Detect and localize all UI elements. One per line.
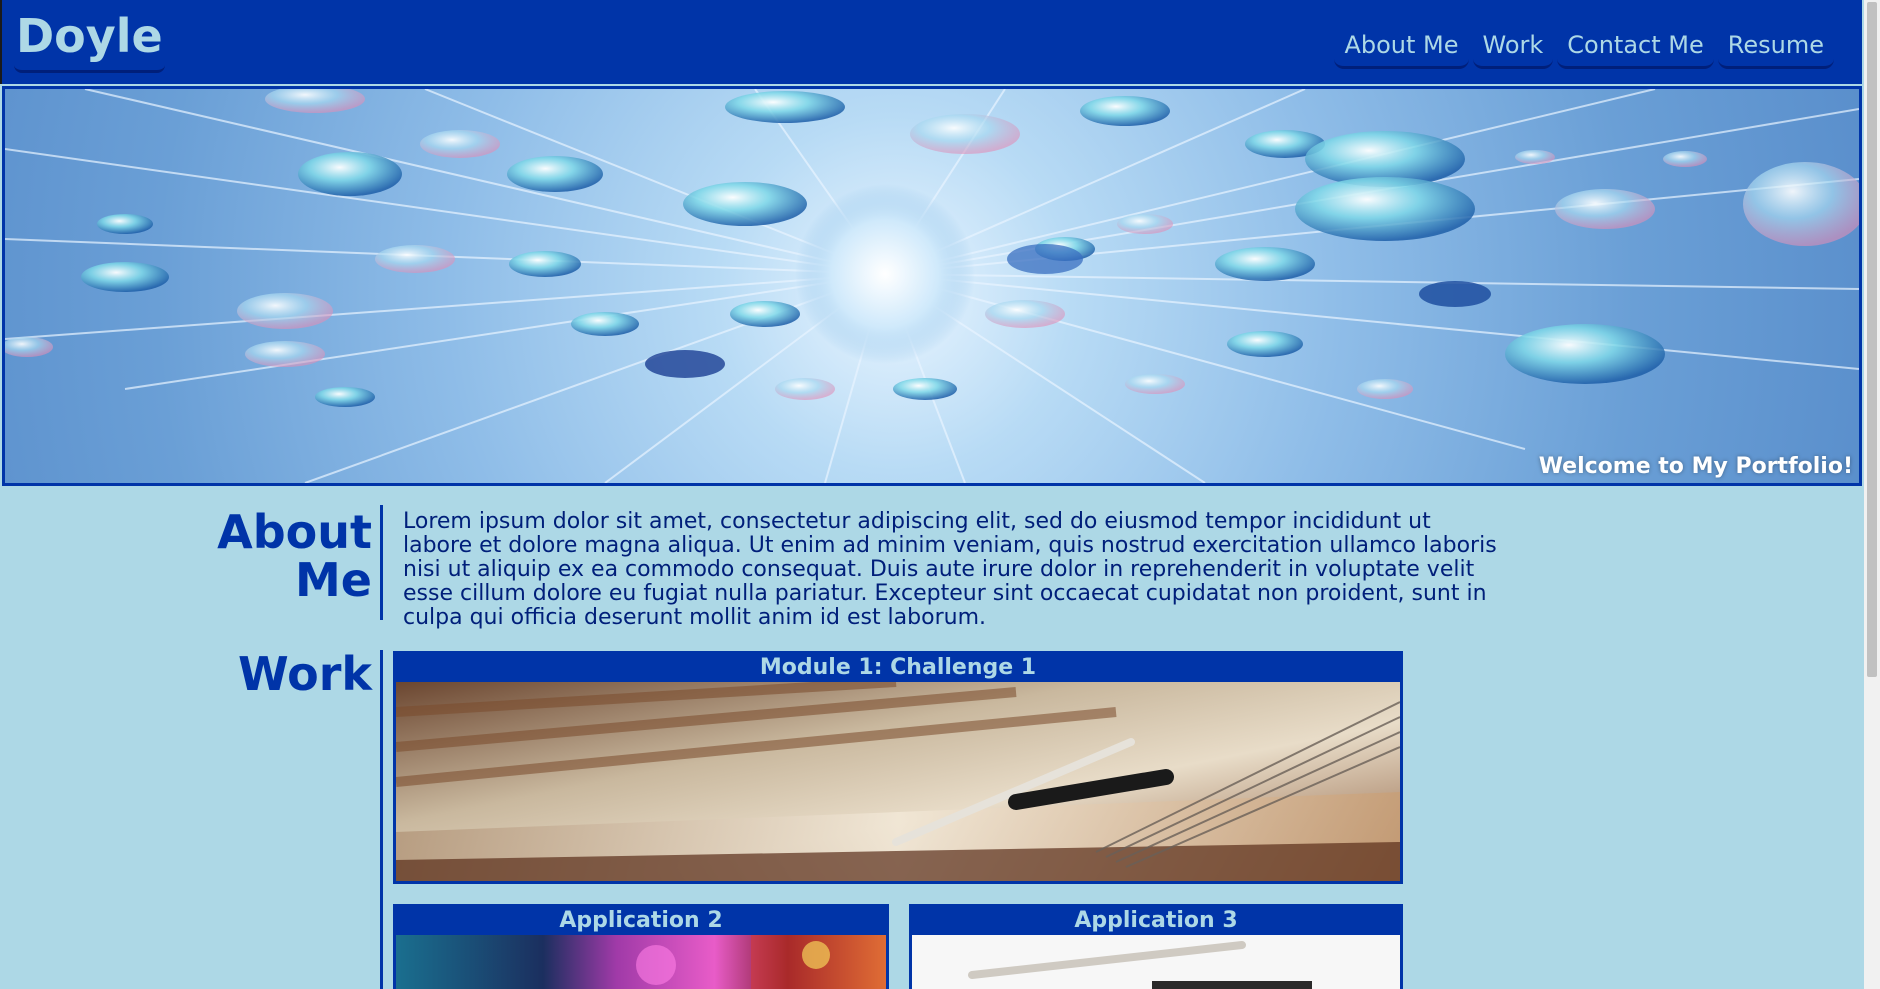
site-header: Doyle About Me Work Contact Me Resume (0, 0, 1862, 84)
project-title: Application 3 (1074, 908, 1238, 933)
about-me-heading: About Me (200, 508, 372, 604)
vertical-scrollbar[interactable] (1864, 0, 1880, 989)
project-card-application-3[interactable]: Application 3 (909, 904, 1403, 989)
project-image (912, 935, 1400, 989)
hero-image (5, 89, 1859, 483)
about-me-divider (380, 505, 383, 620)
hero-banner: Welcome to My Portfolio! (2, 86, 1862, 486)
work-divider (380, 650, 383, 989)
scrollbar-thumb[interactable] (1867, 2, 1877, 677)
project-title: Module 1: Challenge 1 (759, 655, 1037, 680)
project-image (396, 935, 886, 989)
main-nav: About Me Work Contact Me Resume (1334, 24, 1834, 69)
brand-logo[interactable]: Doyle (14, 6, 165, 73)
work-heading: Work (238, 647, 372, 701)
nav-link-work[interactable]: Work (1472, 24, 1554, 69)
project-title: Application 2 (559, 908, 723, 933)
nav-link-contact-me[interactable]: Contact Me (1557, 24, 1714, 69)
about-me-heading-line2: Me (295, 553, 372, 607)
project-card-application-2[interactable]: Application 2 (393, 904, 889, 989)
hero-caption: Welcome to My Portfolio! (1538, 454, 1853, 479)
nav-link-about-me[interactable]: About Me (1334, 24, 1469, 69)
project-image (396, 682, 1400, 881)
about-me-heading-line1: About (217, 505, 372, 559)
about-me-text: Lorem ipsum dolor sit amet, consectetur … (403, 509, 1497, 630)
project-card-module-1[interactable]: Module 1: Challenge 1 (393, 651, 1403, 884)
nav-link-resume[interactable]: Resume (1717, 24, 1834, 69)
page: Doyle About Me Work Contact Me Resume We… (0, 0, 1880, 989)
